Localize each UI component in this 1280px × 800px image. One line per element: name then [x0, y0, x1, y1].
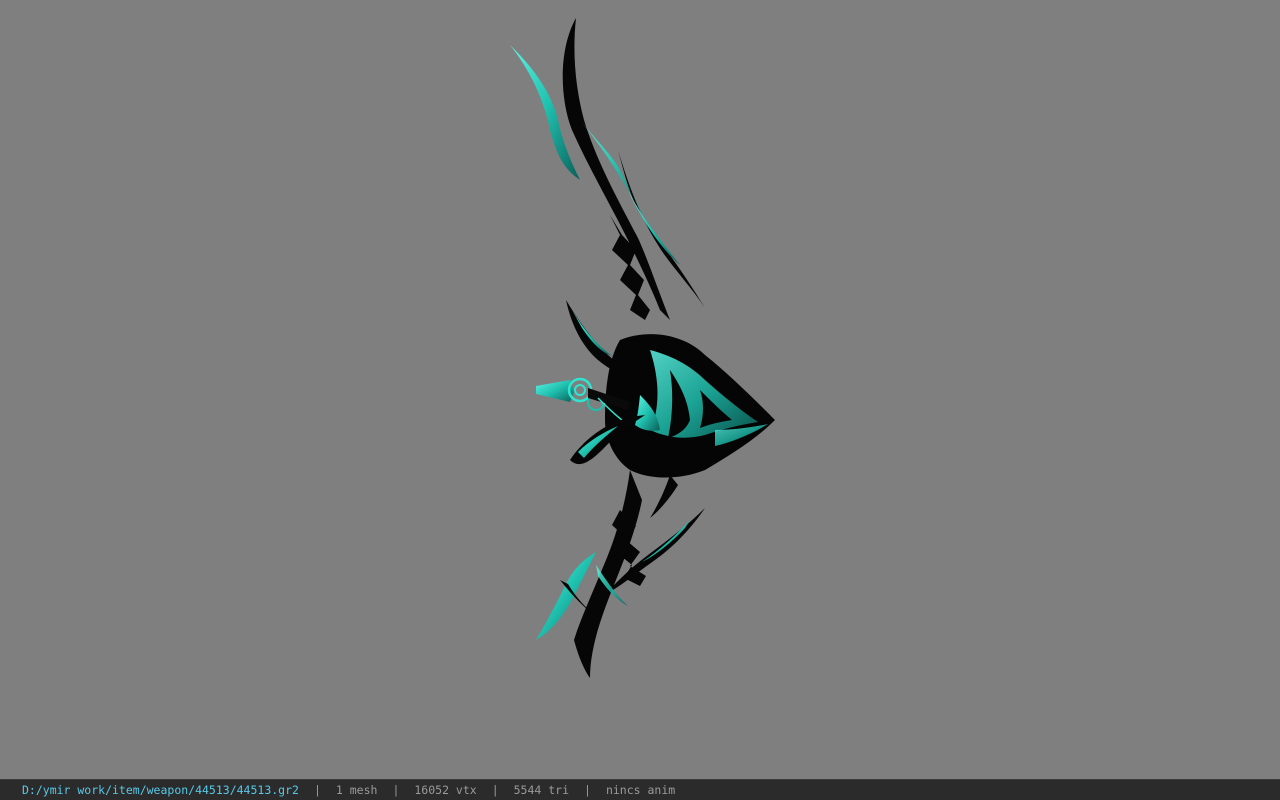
status-separator: | — [392, 783, 400, 797]
status-separator: | — [313, 783, 321, 797]
3d-viewport[interactable] — [0, 0, 1280, 779]
mesh-count: 1 mesh — [335, 783, 378, 797]
file-path: D:/ymir work/item/weapon/44513/44513.gr2 — [22, 783, 299, 797]
vertex-count: 16052 vtx — [414, 783, 477, 797]
status-bar: D:/ymir work/item/weapon/44513/44513.gr2… — [0, 779, 1280, 800]
status-separator: | — [584, 783, 591, 797]
triangle-count: 5544 tri — [513, 783, 570, 797]
status-separator: | — [491, 783, 499, 797]
animation-status: nincs anim — [605, 783, 676, 797]
bow-model[interactable] — [500, 10, 790, 690]
